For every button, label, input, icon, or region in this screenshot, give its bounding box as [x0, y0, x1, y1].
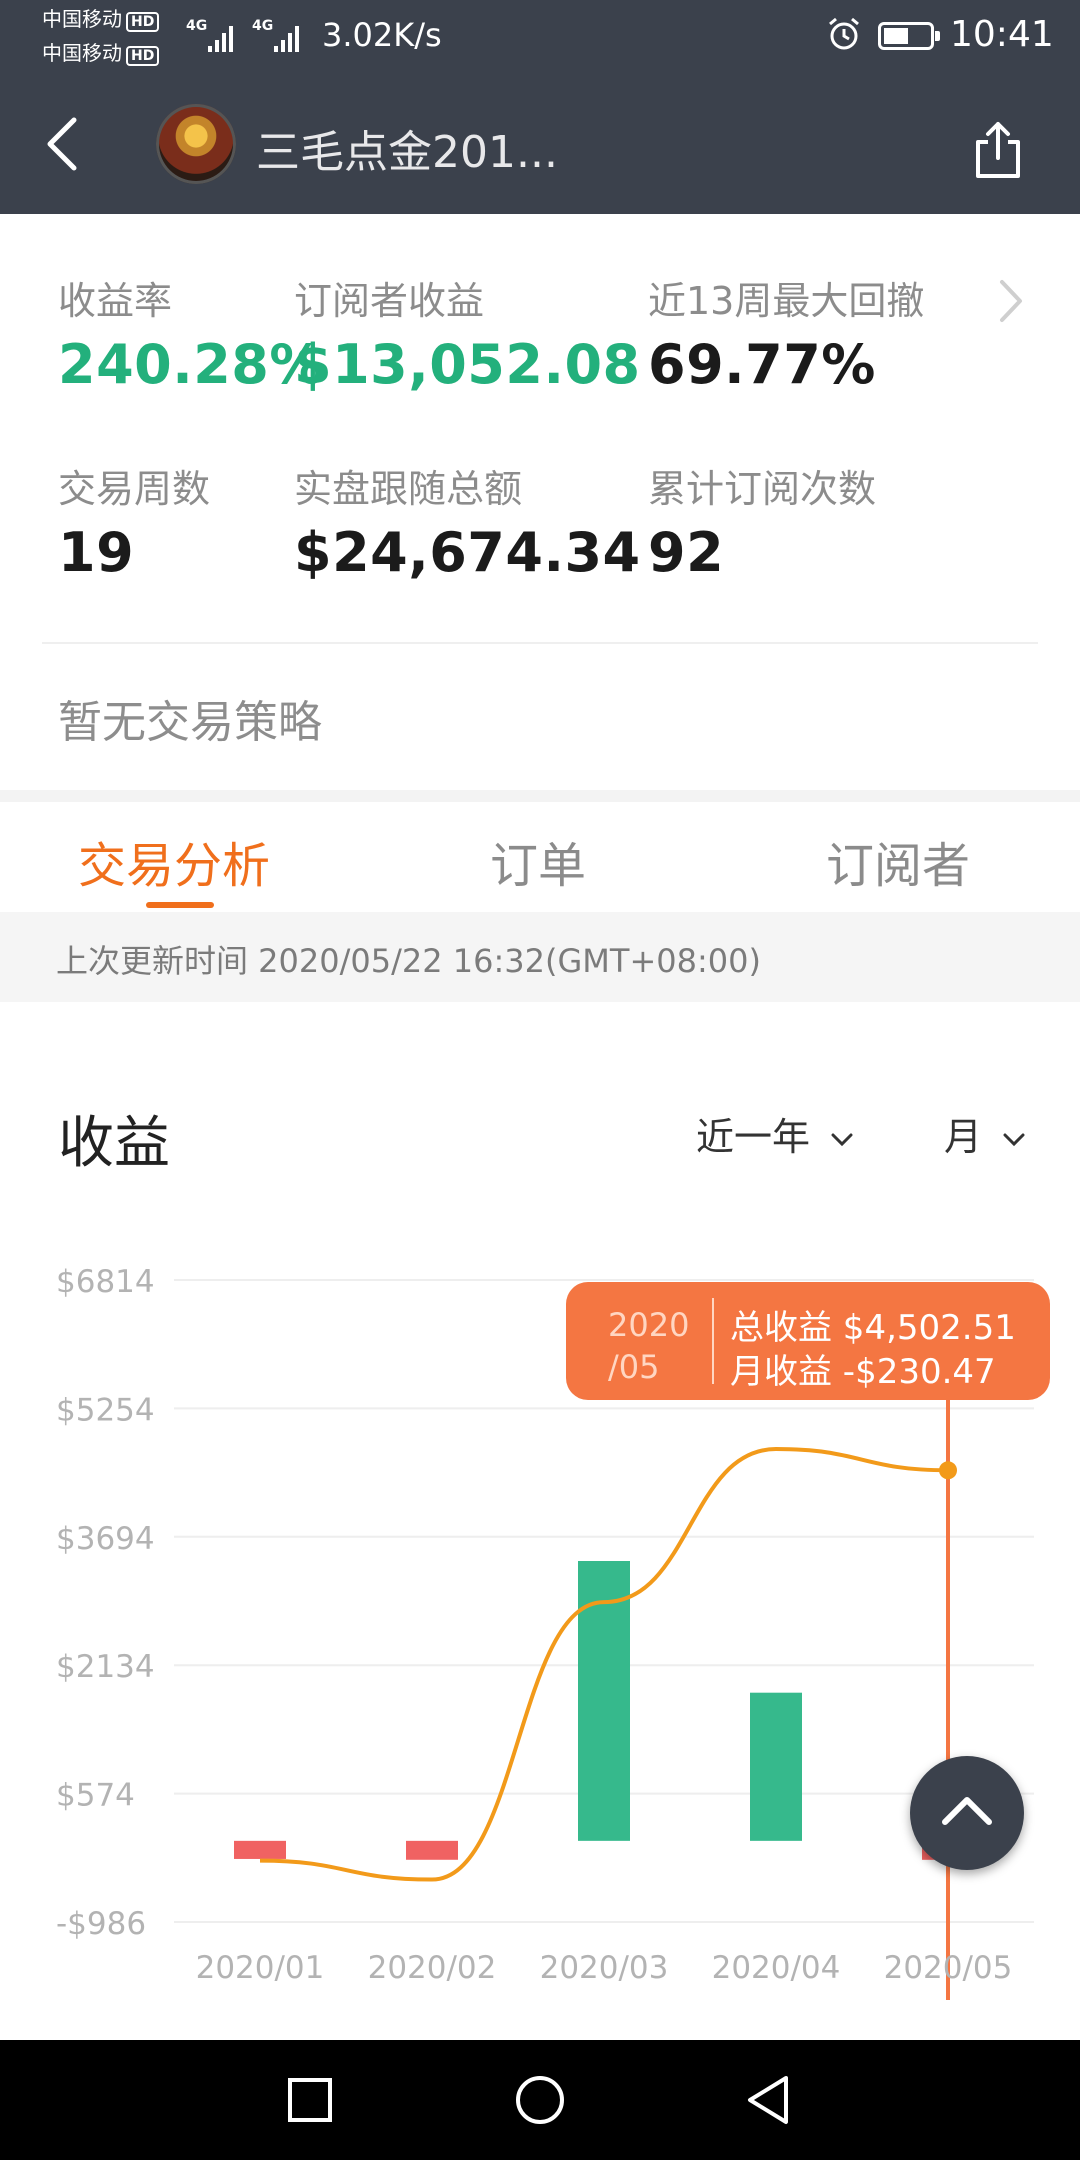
net-speed: 3.02K/s	[322, 16, 442, 54]
tab-orders[interactable]: 订单	[490, 826, 586, 896]
stat-subscriber-profit: 订阅者收益 $13,052.08	[294, 270, 641, 396]
x-tick-label: 2020/02	[368, 1950, 497, 1986]
bar	[406, 1840, 458, 1860]
share-icon[interactable]	[970, 118, 1026, 182]
battery-icon	[878, 22, 940, 50]
tab-bar: 交易分析 订单 订阅者	[0, 802, 1080, 912]
stat-trade-weeks: 交易周数 19	[58, 458, 210, 584]
recent-apps-icon[interactable]	[286, 2074, 334, 2126]
chevron-down-icon	[1003, 1133, 1025, 1146]
stat-value: 19	[58, 521, 135, 584]
x-tick-label: 2020/05	[884, 1950, 1013, 1986]
bar	[234, 1840, 286, 1859]
stat-follow-total: 实盘跟随总额 $24,674.34	[294, 458, 641, 584]
hd-badge: HD	[126, 12, 160, 32]
last-update-bar: 上次更新时间 2020/05/22 16:32(GMT+08:00)	[0, 912, 1080, 1002]
stat-return-rate: 收益率 240.28%	[58, 270, 324, 396]
stat-value: $13,052.08	[294, 333, 641, 396]
tab-underline	[146, 902, 214, 908]
x-tick-label: 2020/01	[196, 1950, 325, 1986]
system-nav-bar	[0, 2040, 1080, 2160]
y-tick-label: -$986	[56, 1906, 146, 1942]
avatar[interactable]	[156, 104, 236, 184]
y-tick-label: $6814	[56, 1264, 155, 1300]
tooltip-monthly-profit: 月收益 -$230.47	[730, 1352, 996, 1392]
signal-icon: 4G 4G	[186, 16, 310, 60]
tab-subscribers[interactable]: 订阅者	[826, 826, 970, 896]
stat-label: 交易周数	[58, 467, 211, 511]
tooltip-total-profit: 总收益 $4,502.51	[730, 1308, 1016, 1348]
stat-label: 订阅者收益	[294, 279, 485, 323]
period-dropdown[interactable]: 月	[944, 1106, 1026, 1161]
bar	[750, 1692, 802, 1841]
alarm-icon	[829, 17, 859, 50]
chevron-up-icon	[942, 1797, 992, 1825]
strategy-text: 暂无交易策略	[58, 697, 322, 748]
stat-value: 92	[648, 521, 725, 584]
y-tick-label: $5254	[56, 1392, 155, 1428]
svg-text:4G: 4G	[252, 18, 273, 34]
app-header: 三毛点金201...	[0, 76, 1080, 214]
tooltip-date: 2020 /05	[608, 1306, 690, 1386]
y-tick-label: $3694	[56, 1521, 155, 1557]
section-gap	[0, 790, 1080, 802]
highlight-point	[939, 1461, 957, 1480]
page-title: 三毛点金201...	[256, 127, 558, 178]
range-dropdown[interactable]: 近一年	[696, 1106, 854, 1161]
divider	[42, 642, 1038, 644]
stat-label: 累计订阅次数	[648, 467, 877, 511]
scroll-top-button[interactable]	[910, 1756, 1024, 1870]
stat-value: 69.77%	[648, 333, 876, 396]
tooltip-separator	[712, 1298, 714, 1384]
last-update-text: 上次更新时间 2020/05/22 16:32(GMT+08:00)	[56, 942, 761, 980]
stat-max-drawdown: 近13周最大回撤 69.77%	[648, 270, 924, 396]
hd-badge: HD	[126, 46, 160, 66]
clock: 10:41	[950, 14, 1054, 55]
profit-section-title: 收益	[58, 1111, 170, 1176]
home-icon[interactable]	[512, 2074, 568, 2130]
chevron-left-icon[interactable]	[38, 114, 88, 174]
stat-label: 实盘跟随总额	[294, 467, 523, 511]
chevron-right-icon[interactable]	[996, 276, 1026, 326]
status-bar: 中国移动 HD 中国移动 HD 4G 4G 3.02K/s 10:41	[0, 0, 1080, 76]
range-dropdown-label: 近一年	[696, 1115, 811, 1159]
stat-subscribe-count: 累计订阅次数 92	[648, 458, 876, 584]
stat-value: 240.28%	[58, 333, 324, 396]
stat-value: $24,674.34	[294, 521, 641, 584]
x-tick-label: 2020/03	[540, 1950, 669, 1986]
tab-trade-analysis[interactable]: 交易分析	[78, 826, 270, 896]
period-dropdown-label: 月	[944, 1115, 983, 1159]
chart-tooltip: 2020 /05 总收益 $4,502.51 月收益 -$230.47	[566, 1282, 1050, 1400]
carrier-2: 中国移动 HD	[42, 42, 160, 66]
stat-label: 近13周最大回撤	[648, 279, 925, 323]
back-triangle-icon[interactable]	[744, 2074, 794, 2130]
carrier-1: 中国移动 HD	[42, 8, 160, 32]
stat-label: 收益率	[58, 279, 173, 323]
x-tick-label: 2020/04	[712, 1950, 841, 1986]
chevron-down-icon	[831, 1133, 853, 1146]
y-tick-label: $2134	[56, 1649, 155, 1685]
y-tick-label: $574	[56, 1778, 135, 1814]
svg-text:4G: 4G	[186, 18, 207, 34]
